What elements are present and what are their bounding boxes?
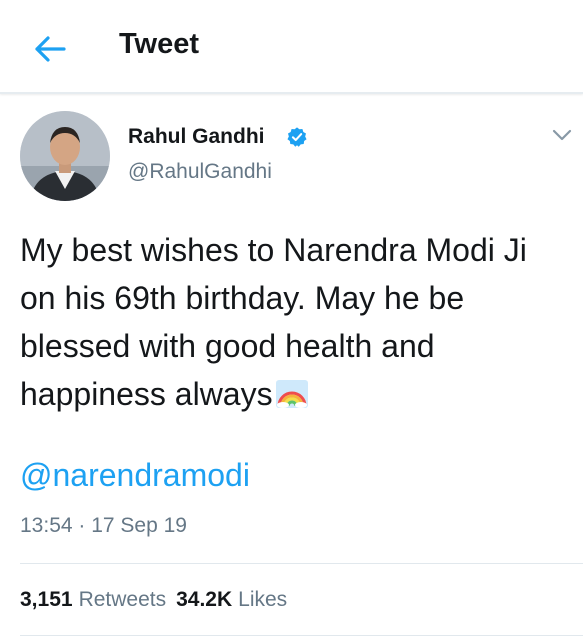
author-name[interactable]: Rahul Gandhi [128, 125, 265, 149]
chevron-down-icon[interactable] [552, 128, 572, 142]
tweet-body: My best wishes to Narendra Modi Ji on hi… [20, 232, 527, 412]
divider [20, 635, 583, 636]
rainbow-emoji-icon [275, 380, 308, 408]
mention-link[interactable]: @narendramodi [20, 457, 250, 494]
likes-label: Likes [238, 588, 288, 611]
arrow-left-icon [35, 36, 66, 62]
avatar[interactable] [20, 111, 110, 201]
tweet-timestamp[interactable]: 13:54 · 17 Sep 19 [20, 514, 187, 538]
verified-badge-icon [287, 127, 307, 147]
author-handle[interactable]: @RahulGandhi [128, 160, 272, 184]
retweets-stat[interactable]: 3,151 Retweets [20, 588, 166, 612]
tweet-text: My best wishes to Narendra Modi Ji on hi… [20, 226, 568, 418]
engagement-stats: 3,151 Retweets 34.2K Likes [20, 588, 287, 612]
retweets-count: 3,151 [20, 588, 73, 611]
retweets-label: Retweets [78, 588, 167, 611]
page-title: Tweet [119, 28, 200, 60]
avatar-photo [20, 111, 110, 201]
back-button[interactable] [28, 27, 72, 71]
divider [20, 563, 583, 564]
likes-stat[interactable]: 34.2K Likes [176, 588, 287, 612]
likes-count: 34.2K [176, 588, 233, 611]
top-bar: Tweet [0, 0, 583, 94]
